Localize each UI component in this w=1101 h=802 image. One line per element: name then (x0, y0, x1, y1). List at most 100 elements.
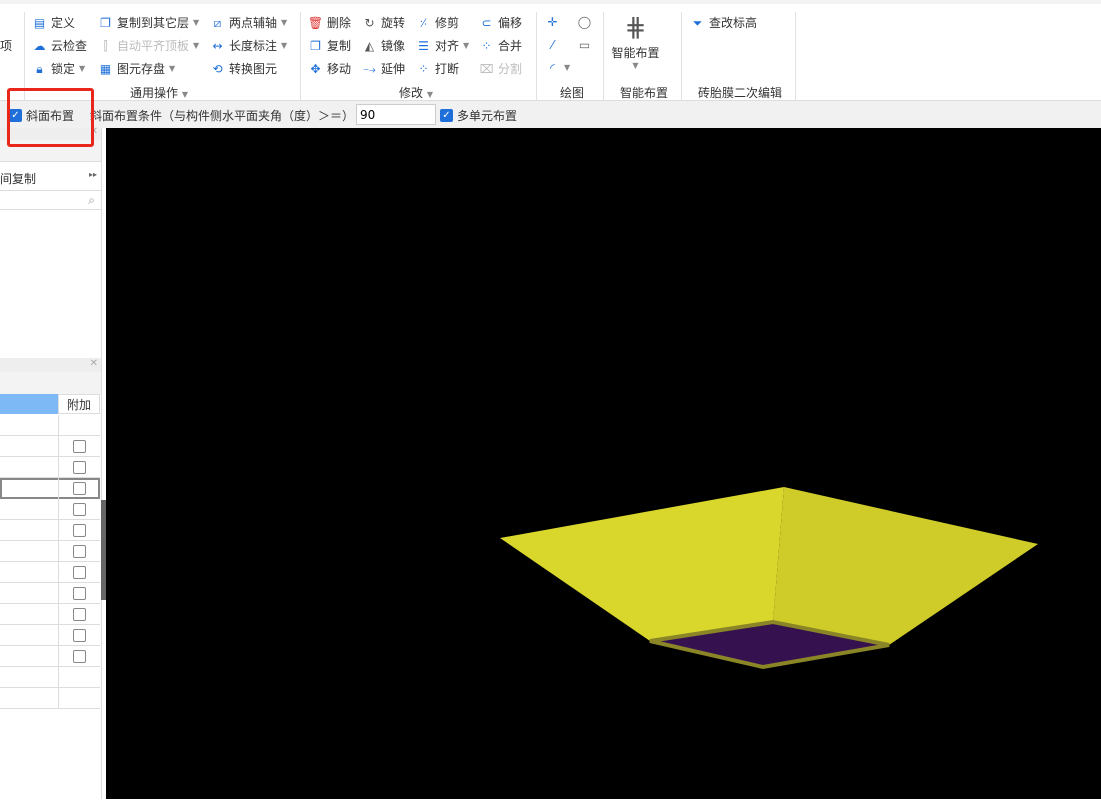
copy-button[interactable]: ❐ 复制 (308, 37, 351, 54)
extra-checkbox[interactable] (73, 482, 86, 495)
length-dim-button[interactable]: ↔ 长度标注 ▼ (210, 37, 287, 54)
extend-icon: ⤍ (363, 61, 376, 76)
group-general[interactable]: 通用操作 ▼ (130, 84, 188, 101)
extra-checkbox[interactable] (73, 524, 86, 537)
split-button[interactable]: ⌧ 分割 (479, 60, 522, 77)
divider (795, 12, 796, 100)
column-header-extra[interactable]: 附加 (58, 394, 100, 414)
check-icon: ✓ (440, 109, 453, 122)
extra-checkbox[interactable] (73, 566, 86, 579)
extra-cell (58, 562, 100, 583)
extra-cell (58, 541, 100, 562)
3d-viewport[interactable] (106, 128, 1101, 799)
chevron-down-icon: ▼ (281, 18, 288, 27)
arc-button[interactable]: ◜ ▼ (545, 60, 570, 75)
mirror-button[interactable]: ◭ 镜像 (362, 37, 405, 54)
extra-cell (58, 415, 100, 436)
rectangle-icon: ▭ (578, 37, 591, 52)
extra-checkbox[interactable] (73, 440, 86, 453)
rectangle-button[interactable]: ▭ (577, 37, 592, 52)
trim-icon: ⸓ (419, 15, 428, 30)
table-row (0, 667, 100, 688)
offset-button[interactable]: ⊂ 偏移 (479, 14, 522, 31)
align-button[interactable]: ☰ 对齐 ▼ (416, 37, 469, 54)
define-button[interactable]: ▤ 定义 (32, 14, 75, 31)
cloud-icon: ☁ (33, 38, 46, 53)
angle-input[interactable] (356, 104, 436, 125)
lock-icon: 🔒︎ (36, 61, 43, 76)
two-point-axis-button[interactable]: ⧄ 两点辅轴 ▼ (210, 14, 288, 31)
copy-to-layer-button[interactable]: ❐ 复制到其它层 ▼ (98, 14, 199, 31)
table-row (0, 646, 100, 667)
extra-checkbox[interactable] (73, 503, 86, 516)
extra-checkbox[interactable] (73, 629, 86, 642)
save-icon: ▦ (99, 61, 112, 76)
merge-icon: ⁘ (481, 38, 492, 53)
filter-search-icon: ⏷ (692, 15, 703, 30)
chevron-down-icon: ▼ (169, 64, 176, 73)
extra-cell (58, 604, 100, 625)
point-icon: ✛ (547, 14, 558, 29)
group-modify[interactable]: 修改 ▼ (399, 84, 433, 101)
extra-checkbox[interactable] (73, 650, 86, 663)
options-bar: ✓斜面布置 斜面布置条件（与构件侧水平面夹角（度）＞＝） ✓多单元布置 (0, 101, 1101, 128)
copy-tab[interactable]: 间复制 (0, 170, 36, 187)
extend-button[interactable]: ⤍ 延伸 (362, 60, 405, 77)
split-icon: ⌧ (479, 61, 494, 76)
close-icon[interactable]: ✕ (90, 358, 98, 369)
line-icon: ⁄ (551, 37, 554, 52)
convert-button[interactable]: ⟲ 转换图元 (210, 60, 277, 77)
extra-cell (58, 646, 100, 667)
cloud-check-button[interactable]: ☁ 云检查 (32, 37, 88, 54)
circle-button[interactable]: ◯ (577, 14, 592, 29)
copy-layer-icon: ❐ (100, 15, 111, 30)
search-input[interactable]: ⌕ (0, 190, 101, 210)
auto-align-button[interactable]: ⫿ 自动平齐顶板 ▼ (98, 37, 200, 54)
chevron-down-icon: ▼ (632, 61, 639, 70)
table-row (0, 562, 100, 583)
divider (300, 12, 301, 100)
rotate-icon: ↻ (364, 15, 375, 30)
point-button[interactable]: ✛ (545, 14, 560, 29)
smart-layout-button[interactable]: ⋕ 智能布置 ▼ (608, 12, 663, 70)
chevron-down-icon: ▼ (79, 64, 86, 73)
group-brick: 砖胎膜二次编辑 (698, 86, 783, 100)
trim-button[interactable]: ⸓ 修剪 (416, 14, 459, 31)
smart-layout-icon: ⋕ (624, 13, 647, 43)
copy-icon: ❐ (310, 38, 321, 53)
divider (536, 12, 537, 100)
slope-condition-label: 斜面布置条件（与构件侧水平面夹角（度）＞＝） (90, 109, 355, 123)
chevron-down-icon: ▼ (193, 18, 200, 27)
check-elevation-button[interactable]: ⏷ 查改标高 (690, 14, 757, 31)
rotate-button[interactable]: ↻ 旋转 (362, 14, 405, 31)
pit-model (500, 487, 1038, 670)
extra-checkbox[interactable] (73, 608, 86, 621)
table-row (0, 436, 100, 457)
multi-unit-checkbox[interactable]: ✓ 多单元布置 (440, 107, 517, 124)
expand-icon[interactable]: ▸▸ (89, 170, 97, 179)
save-elements-button[interactable]: ▦ 图元存盘 ▼ (98, 60, 175, 77)
lock-button[interactable]: 🔒︎ 锁定 ▼ (32, 60, 85, 77)
extra-checkbox[interactable] (73, 587, 86, 600)
column-header-name[interactable] (0, 394, 58, 414)
extra-cell (58, 436, 100, 457)
line-button[interactable]: ⁄ (545, 37, 560, 52)
move-button[interactable]: ✥ 移动 (308, 60, 351, 77)
define-icon: ▤ (33, 15, 46, 30)
extra-checkbox[interactable] (73, 461, 86, 474)
merge-button[interactable]: ⁘ 合并 (479, 37, 522, 54)
chevron-down-icon: ▼ (193, 41, 200, 50)
trash-icon: 🗑︎ (307, 15, 324, 30)
extra-cell (58, 457, 100, 478)
break-button[interactable]: ⁘ 打断 (416, 60, 459, 77)
extra-cell (58, 667, 100, 688)
ribbon-left-partial: 项 (0, 39, 13, 53)
dimension-icon: ↔ (212, 38, 223, 53)
extra-checkbox[interactable] (73, 545, 86, 558)
extra-cell (58, 583, 100, 604)
table-row (0, 583, 100, 604)
table-row (0, 520, 100, 541)
circle-icon: ◯ (577, 14, 592, 29)
chevron-down-icon: ▼ (564, 63, 571, 72)
delete-button[interactable]: 🗑︎ 删除 (308, 14, 351, 31)
